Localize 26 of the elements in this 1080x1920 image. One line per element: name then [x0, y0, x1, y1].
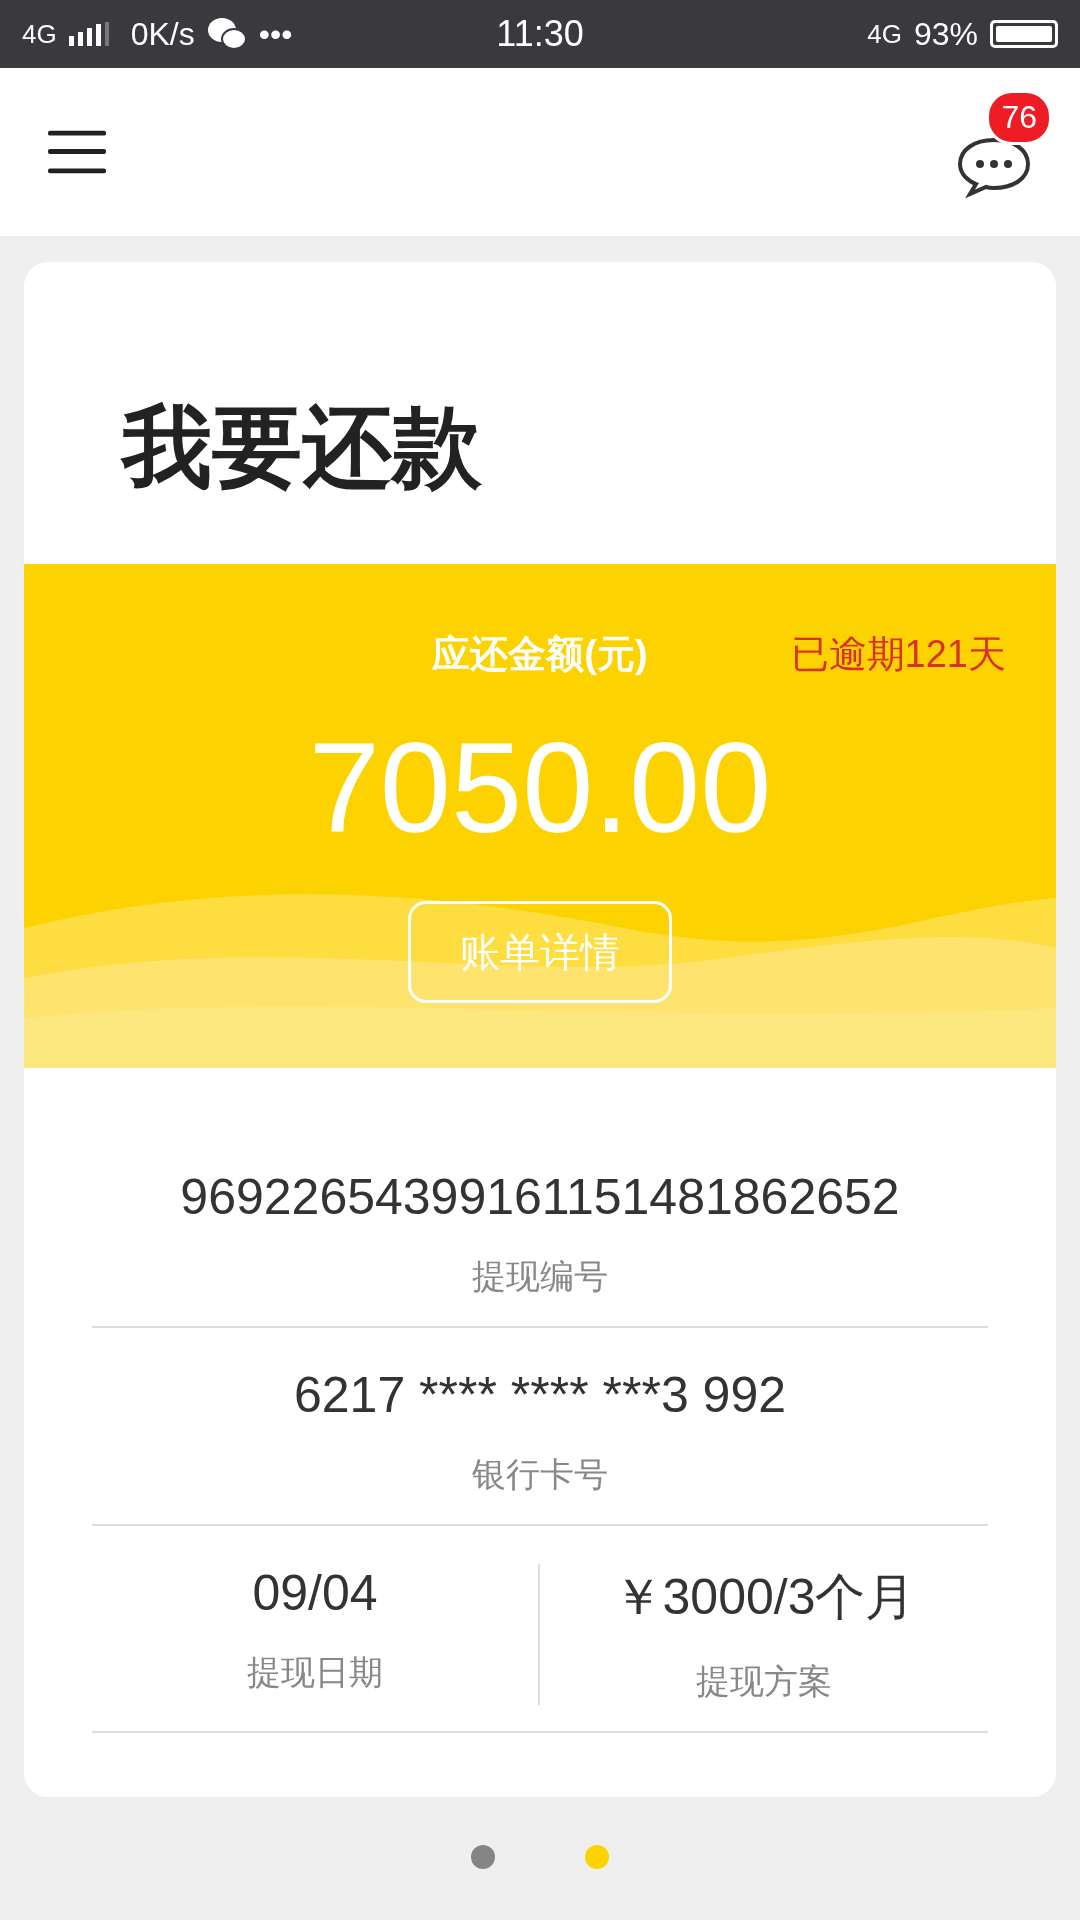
page-title: 我要还款 [119, 396, 483, 499]
amount-label: 应还金额(元) [432, 631, 648, 677]
notification-badge: 76 [986, 90, 1052, 145]
info-label: 银行卡号 [472, 1454, 608, 1495]
signal-icon [68, 22, 109, 46]
speed-label: 0K/s [130, 15, 195, 53]
battery-icon [990, 20, 1058, 48]
bill-details-button[interactable]: 账单详情 [408, 901, 672, 1003]
info-label: 提现编号 [472, 1256, 608, 1297]
info-label: 提现方案 [696, 1661, 832, 1702]
clock: 11:30 [496, 13, 584, 55]
chat-app-icon [206, 17, 247, 51]
info-value: 6217 **** **** ***3 992 [293, 1366, 787, 1424]
more-label: ••• [258, 15, 293, 53]
page-dot[interactable] [585, 1845, 609, 1869]
info-value: ￥3000/3个月 [612, 1568, 916, 1627]
amount-value: 7050.00 [308, 715, 772, 861]
page-dot[interactable] [471, 1845, 495, 1869]
network-label: 4G [22, 18, 57, 50]
menu-icon[interactable] [48, 128, 106, 176]
info-label: 提现日期 [247, 1652, 383, 1693]
info-value: 96922654399161151481862652 [180, 1168, 900, 1226]
overdue-label: 已逾期121天 [790, 631, 1006, 677]
network-label: 4G [867, 18, 902, 50]
info-value: 09/04 [252, 1564, 378, 1622]
battery-percent: 93% [913, 15, 978, 53]
